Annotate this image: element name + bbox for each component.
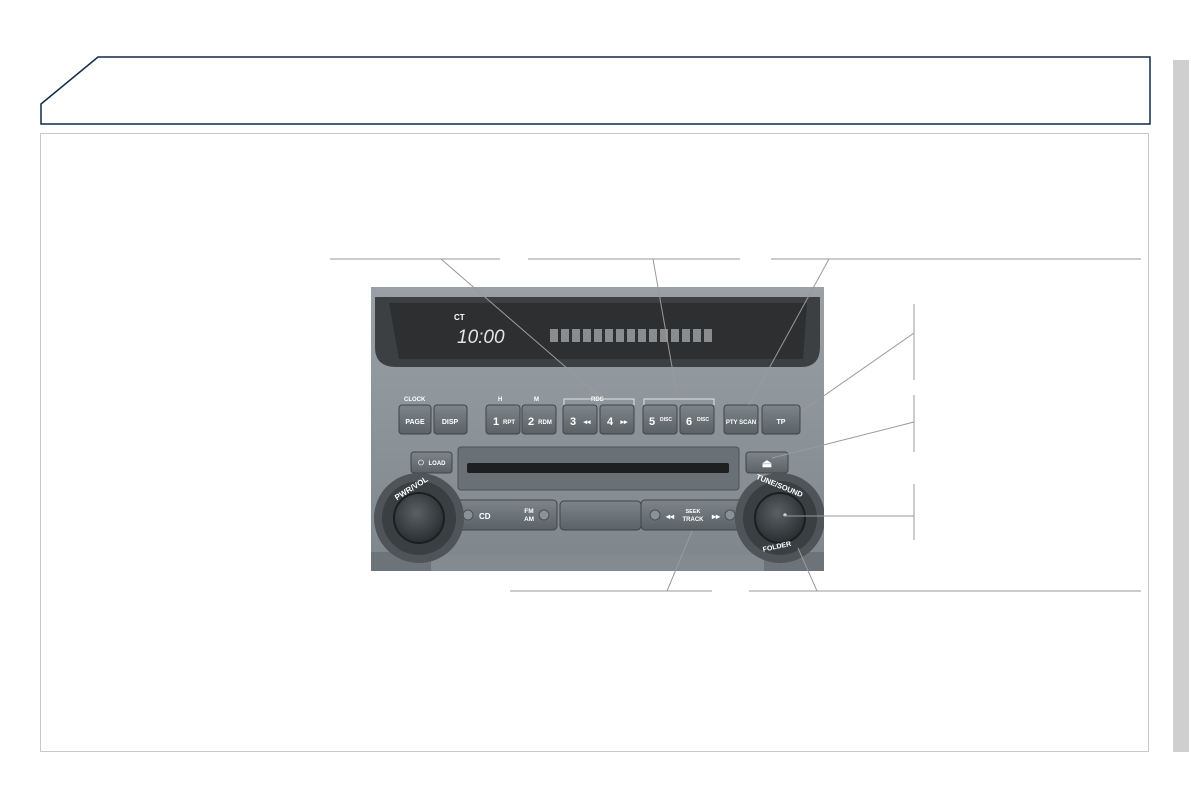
callout-lines (330, 258, 1141, 592)
